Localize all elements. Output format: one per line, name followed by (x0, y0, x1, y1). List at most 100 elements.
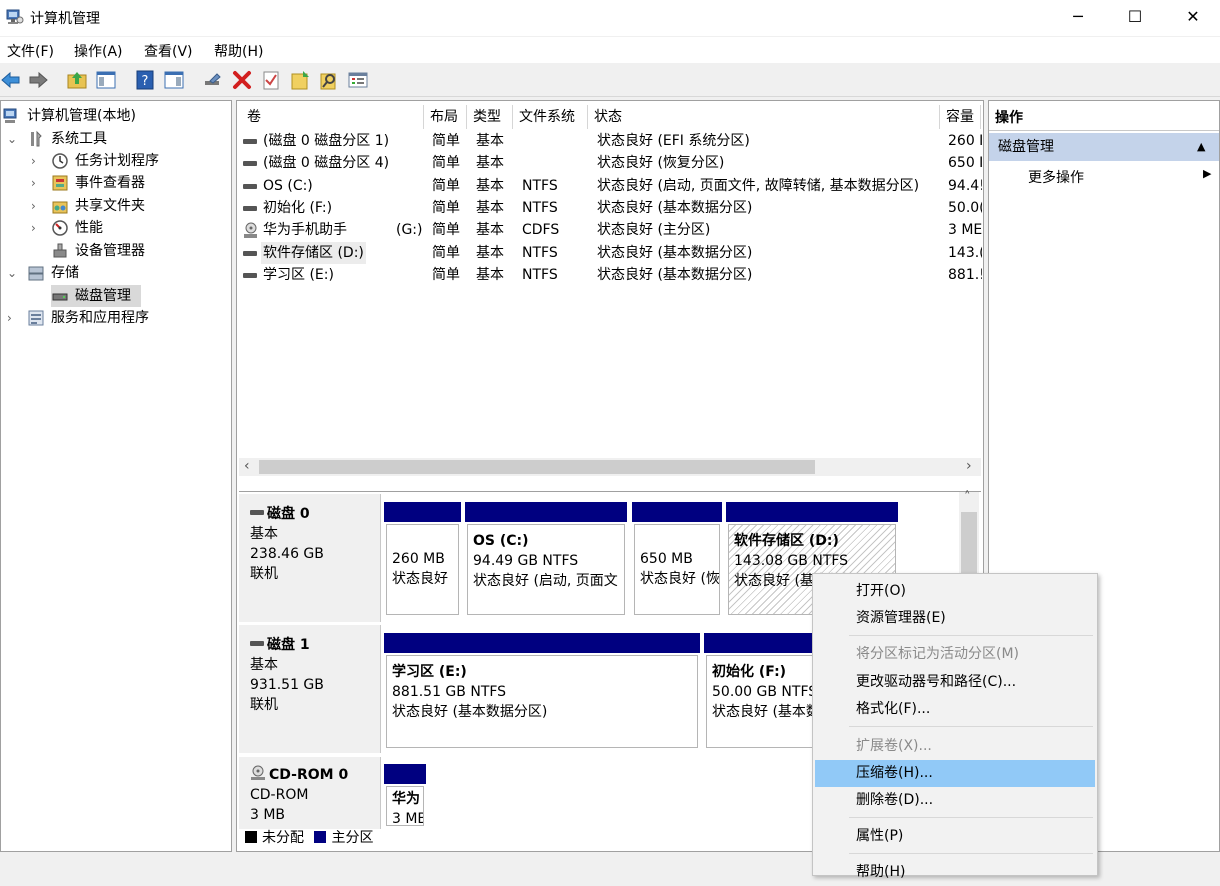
volume-name: OS (C:) (263, 178, 313, 194)
volume-icon (243, 184, 257, 189)
partition-status: 状态良好 (启动, 页面文 (473, 573, 618, 589)
menu-change-drive-letter[interactable]: 更改驱动器号和路径(C)... (815, 669, 1095, 696)
actions-section-disk-management[interactable]: 磁盘管理 ▲ (989, 133, 1219, 161)
tree-label: 性能 (75, 220, 103, 236)
volume-row[interactable]: 学习区 (E:) 简单 基本 NTFS 状态良好 (基本数据分区) 881.! (241, 264, 982, 286)
close-button[interactable]: ✕ (1164, 0, 1220, 34)
partition-c[interactable]: OS (C:) 94.49 GB NTFS 状态良好 (启动, 页面文 (467, 524, 625, 615)
menu-help[interactable]: 帮助(H) (815, 859, 1095, 886)
disk-type: 基本 (250, 526, 278, 542)
export-icon[interactable] (289, 69, 311, 91)
partition-name: 软件存储区 (D:) (734, 533, 839, 549)
disk-1-header[interactable]: 磁盘 1 基本 931.51 GB 联机 (239, 625, 381, 753)
help-icon[interactable]: ? (134, 69, 156, 91)
delete-icon[interactable] (231, 69, 253, 91)
minimize-button[interactable]: ─ (1049, 0, 1107, 34)
partition-f[interactable]: 初始化 (F:) 50.00 GB NTFS 状态良好 (基本数据分区) (706, 655, 814, 748)
volume-capacity: 650 I (948, 155, 982, 171)
column-header-status[interactable]: 状态 (588, 105, 940, 129)
primary-partition-strip (704, 633, 814, 653)
cdrom-0-header[interactable]: CD-ROM 0 CD-ROM 3 MB (239, 757, 381, 829)
volume-row[interactable]: OS (C:) 简单 基本 NTFS 状态良好 (启动, 页面文件, 故障转储,… (241, 175, 982, 197)
window-title: 计算机管理 (30, 11, 100, 27)
volume-fs: NTFS (522, 200, 558, 216)
menu-view[interactable]: 查看(V) (144, 41, 193, 61)
volume-name: 华为手机助手 (263, 222, 347, 238)
tree-label: 任务计划程序 (75, 153, 159, 169)
check-icon[interactable] (260, 69, 282, 91)
unallocated-swatch (245, 831, 257, 843)
partition-size: 143.08 GB NTFS (734, 553, 849, 569)
partition-name: OS (C:) (473, 533, 529, 549)
connect-icon[interactable] (202, 69, 224, 91)
volume-capacity: 50.0( (948, 200, 982, 216)
forward-icon[interactable] (27, 69, 49, 91)
menu-format[interactable]: 格式化(F)... (815, 696, 1095, 723)
tree-item-disk-management[interactable]: 磁盘管理 (51, 285, 141, 307)
show-action-pane-icon[interactable] (163, 69, 185, 91)
menu-help[interactable]: 帮助(H) (214, 41, 263, 61)
tree-label: 事件查看器 (75, 175, 145, 191)
partition-recovery[interactable]: 650 MB 状态良好 (恢 (634, 524, 720, 615)
volume-row[interactable]: 华为手机助手 (G:) 简单 基本 CDFS 状态良好 (主分区) 3 ME (241, 219, 982, 241)
search-icon[interactable] (318, 69, 340, 91)
volume-row[interactable]: (磁盘 0 磁盘分区 1) 简单 基本 状态良好 (EFI 系统分区) 260 … (241, 130, 982, 152)
more-actions[interactable]: 更多操作 (1028, 167, 1084, 187)
scrollbar-thumb[interactable] (259, 460, 815, 474)
volume-row[interactable]: 初始化 (F:) 简单 基本 NTFS 状态良好 (基本数据分区) 50.0( (241, 197, 982, 219)
scroll-left-arrow-icon[interactable]: ‹ (244, 458, 250, 474)
back-icon[interactable] (0, 69, 22, 91)
column-header-volume[interactable]: 卷 (241, 105, 424, 129)
partition-status: 状态良好 (基本数据分区) (392, 704, 548, 720)
volume-drive-letter: (G:) (396, 222, 423, 238)
volume-name: 学习区 (E:) (263, 267, 334, 283)
disk-management-icon (52, 293, 68, 301)
partition-e[interactable]: 学习区 (E:) 881.51 GB NTFS 状态良好 (基本数据分区) (386, 655, 698, 748)
chevron-right-icon[interactable]: › (31, 150, 45, 172)
volume-type: 基本 (476, 133, 504, 149)
maximize-button[interactable]: ☐ (1106, 0, 1164, 34)
chevron-right-icon[interactable]: › (31, 195, 45, 217)
volume-icon (243, 206, 257, 211)
scroll-up-arrow-icon[interactable]: ˄ (964, 490, 971, 505)
show-hide-tree-icon[interactable] (95, 69, 117, 91)
volume-list-hscrollbar[interactable]: ‹ › (239, 458, 981, 476)
menu-mark-active[interactable]: 将分区标记为活动分区(M) (815, 641, 1095, 668)
chevron-down-icon[interactable]: ⌄ (7, 128, 21, 150)
partition-efi[interactable]: 260 MB 状态良好 (386, 524, 459, 615)
menu-shrink-volume[interactable]: 压缩卷(H)... (815, 760, 1095, 787)
volume-row[interactable]: (磁盘 0 磁盘分区 4) 简单 基本 状态良好 (恢复分区) 650 I (241, 152, 982, 174)
partition-size: 50.00 GB NTFS (712, 684, 814, 700)
disk-legend: 未分配 主分区 (245, 828, 373, 848)
volume-capacity: 94.4! (948, 178, 982, 194)
services-icon (28, 310, 44, 326)
menu-properties[interactable]: 属性(P) (815, 823, 1095, 850)
volume-row[interactable]: 软件存储区 (D:) 简单 基本 NTFS 状态良好 (基本数据分区) 143.… (241, 242, 982, 264)
volume-fs: NTFS (522, 178, 558, 194)
column-header-layout[interactable]: 布局 (424, 105, 467, 129)
legend-primary: 主分区 (331, 830, 374, 846)
menu-delete-volume[interactable]: 删除卷(D)... (815, 787, 1095, 814)
chevron-right-icon[interactable]: › (31, 217, 45, 239)
chevron-right-icon[interactable]: › (7, 307, 21, 329)
menu-action[interactable]: 操作(A) (74, 41, 123, 61)
chevron-down-icon[interactable]: ⌄ (7, 262, 21, 284)
chevron-right-icon[interactable]: › (31, 172, 45, 194)
column-header-capacity[interactable]: 容量 (940, 105, 981, 129)
collapse-up-icon[interactable]: ▲ (1197, 133, 1205, 161)
up-folder-icon[interactable] (66, 69, 88, 91)
disk-0-header[interactable]: 磁盘 0 基本 238.46 GB 联机 (239, 494, 381, 622)
column-header-filesystem[interactable]: 文件系统 (513, 105, 588, 129)
volume-capacity: 3 ME (948, 222, 982, 238)
scroll-right-arrow-icon[interactable]: › (966, 458, 972, 474)
column-header-type[interactable]: 类型 (467, 105, 513, 129)
volume-name: (磁盘 0 磁盘分区 4) (263, 155, 390, 171)
menu-explorer[interactable]: 资源管理器(E) (815, 605, 1095, 632)
partition-g[interactable]: 华为 3 MB (386, 786, 424, 826)
menu-extend-volume[interactable]: 扩展卷(X)... (815, 733, 1095, 760)
properties-icon[interactable] (347, 69, 369, 91)
menu-open[interactable]: 打开(O) (815, 578, 1095, 605)
primary-swatch (314, 831, 327, 843)
menu-file[interactable]: 文件(F) (7, 41, 54, 61)
volume-icon (243, 161, 257, 166)
